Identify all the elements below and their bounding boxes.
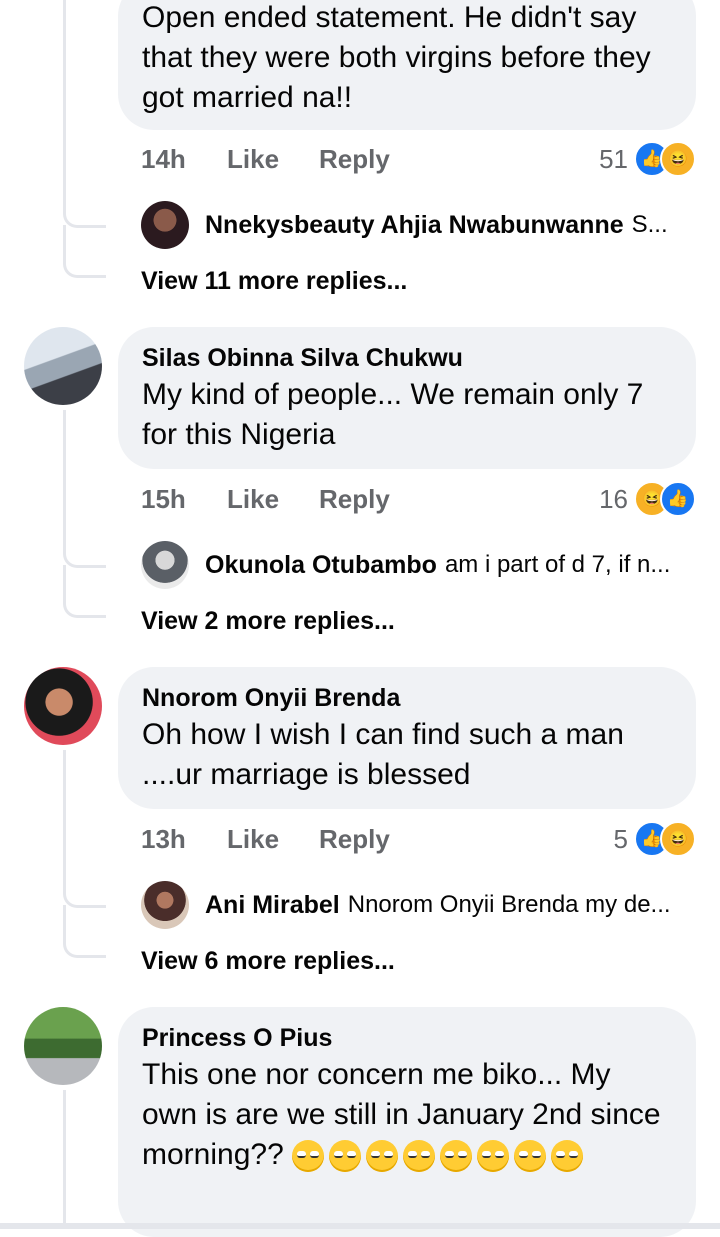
- like-icon: 👍: [660, 481, 696, 517]
- haha-icon: 😆: [660, 821, 696, 857]
- comment-actions: 15h Like Reply: [141, 479, 390, 519]
- reaction-summary[interactable]: 16 😆 👍: [599, 479, 696, 519]
- comment-time[interactable]: 13h: [141, 819, 227, 859]
- avatar[interactable]: [24, 327, 102, 405]
- thread-connector: [63, 195, 106, 228]
- unamused-emoji: [366, 1140, 399, 1173]
- reply-preview[interactable]: Okunola Otubambo am i part of d 7, if n.…: [141, 540, 701, 590]
- reaction-count: 51: [599, 143, 628, 174]
- reaction-summary[interactable]: 51 👍 😆: [599, 139, 696, 179]
- reply-author[interactable]: Ani Mirabel: [205, 891, 340, 920]
- comment-text: Open ended statement. He didn't say that…: [142, 1, 651, 114]
- comment-bubble[interactable]: Princess O Pius This one nor concern me …: [118, 1007, 696, 1237]
- thread-line: [63, 410, 66, 540]
- comment-bubble[interactable]: Nnorom Onyii Brenda Oh how I wish I can …: [118, 667, 696, 809]
- unamused-emoji: [292, 1140, 325, 1173]
- comment-bubble[interactable]: Silas Obinna Silva Chukwu My kind of peo…: [118, 327, 696, 469]
- comment-actions: 14h Like Reply: [141, 139, 390, 179]
- reply-snippet: am i part of d 7, if n...: [444, 551, 671, 578]
- avatar[interactable]: [24, 1007, 102, 1085]
- reply-preview[interactable]: Nnekysbeauty Ahjia Nwabunwanne S...: [141, 200, 701, 250]
- emoji-row: [292, 1138, 588, 1173]
- haha-icon: 😆: [660, 141, 696, 177]
- comment-time[interactable]: 14h: [141, 139, 227, 179]
- thread-connector: [63, 225, 106, 278]
- comment-actions: 13h Like Reply: [141, 819, 390, 859]
- view-more-replies[interactable]: View 6 more replies...: [141, 943, 395, 979]
- reply-author[interactable]: Nnekysbeauty Ahjia Nwabunwanne: [205, 211, 624, 240]
- reply-button[interactable]: Reply: [319, 819, 390, 859]
- thread-line: [63, 1090, 66, 1229]
- like-button[interactable]: Like: [227, 819, 319, 859]
- avatar[interactable]: [24, 667, 102, 745]
- comment-text: Oh how I wish I can find such a man ....…: [142, 718, 624, 791]
- eye-roll-emoji: [551, 1140, 584, 1173]
- eye-roll-emoji: [440, 1140, 473, 1173]
- comment-author[interactable]: Princess O Pius: [142, 1021, 672, 1055]
- like-button[interactable]: Like: [227, 139, 319, 179]
- thread-line: [63, 0, 66, 200]
- comment-bubble[interactable]: Open ended statement. He didn't say that…: [118, 0, 696, 130]
- bottom-divider: [0, 1223, 720, 1229]
- eye-roll-emoji: [514, 1140, 547, 1173]
- unamused-emoji: [329, 1140, 362, 1173]
- reply-preview[interactable]: Ani Mirabel Nnorom Onyii Brenda my de...: [141, 880, 701, 930]
- reaction-count: 5: [613, 823, 628, 854]
- eye-roll-emoji: [477, 1140, 510, 1173]
- comment-time[interactable]: 15h: [141, 479, 227, 519]
- view-more-replies[interactable]: View 2 more replies...: [141, 603, 395, 639]
- comment-text: My kind of people... We remain only 7 fo…: [142, 378, 644, 451]
- comment-author[interactable]: Nnorom Onyii Brenda: [142, 681, 672, 715]
- thread-line: [63, 750, 66, 880]
- reply-button[interactable]: Reply: [319, 479, 390, 519]
- view-more-replies[interactable]: View 11 more replies...: [141, 263, 407, 299]
- eye-roll-emoji: [403, 1140, 436, 1173]
- reaction-count: 16: [599, 483, 628, 514]
- comment-author[interactable]: Silas Obinna Silva Chukwu: [142, 341, 672, 375]
- comment-text: This one nor concern me biko... My own i…: [142, 1055, 672, 1175]
- reply-author[interactable]: Okunola Otubambo: [205, 551, 437, 580]
- reply-snippet: S...: [631, 211, 668, 238]
- reaction-summary[interactable]: 5 👍 😆: [614, 819, 696, 859]
- reply-snippet: Nnorom Onyii Brenda my de...: [347, 891, 671, 918]
- thread-connector: [63, 565, 106, 618]
- thread-connector: [63, 905, 106, 958]
- thread-connector: [63, 535, 106, 568]
- like-button[interactable]: Like: [227, 479, 319, 519]
- reply-button[interactable]: Reply: [319, 139, 390, 179]
- thread-connector: [63, 875, 106, 908]
